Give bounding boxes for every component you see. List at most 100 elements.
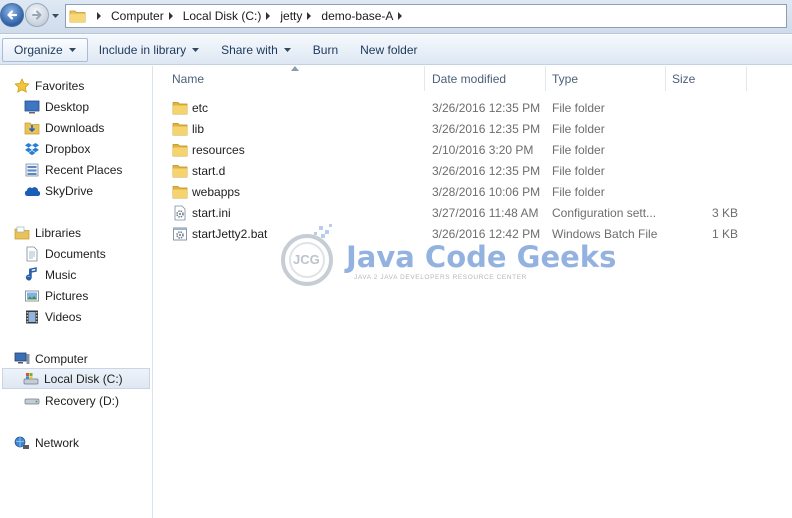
chevron-right-icon[interactable] (265, 12, 271, 20)
watermark-title: Java Code Geeks (346, 240, 617, 274)
breadcrumb-demo-base-a[interactable]: demo-base-A (321, 9, 393, 23)
nav-item-documents[interactable]: Documents (24, 243, 106, 264)
chevron-down-icon (192, 47, 200, 52)
chevron-right-icon[interactable] (96, 12, 102, 20)
hard-drive-icon (24, 398, 40, 404)
nav-label: Pictures (45, 288, 89, 303)
nav-item-dropbox[interactable]: Dropbox (24, 138, 90, 159)
column-header-size[interactable]: Size (672, 66, 695, 91)
recent-places-icon (25, 163, 39, 176)
nav-label: Downloads (45, 120, 105, 135)
nav-item-pictures[interactable]: Pictures (24, 285, 88, 306)
nav-label: Computer (35, 351, 88, 366)
arrow-left-icon (7, 10, 18, 20)
file-size: 3 KB (711, 205, 738, 220)
file-type: File folder (552, 142, 605, 157)
nav-item-favorites[interactable]: Favorites (14, 75, 84, 96)
chevron-right-icon[interactable] (306, 12, 312, 20)
address-bar-row: Computer Local Disk (C:) jetty demo-base… (0, 0, 792, 34)
column-header-type[interactable]: Type (552, 66, 578, 91)
column-divider[interactable] (545, 66, 546, 91)
nav-item-recent-places[interactable]: Recent Places (24, 159, 122, 180)
organize-label: Organize (14, 42, 63, 57)
computer-icon (14, 352, 30, 364)
forward-button[interactable] (25, 3, 49, 27)
file-name-cell[interactable]: webapps (172, 181, 240, 202)
file-date-modified: 3/26/2016 12:35 PM (432, 100, 541, 115)
column-divider[interactable] (424, 66, 425, 91)
breadcrumb-computer[interactable]: Computer (111, 9, 164, 23)
skydrive-icon (24, 186, 40, 196)
file-date-modified: 3/27/2016 11:48 AM (432, 205, 539, 220)
nav-item-downloads[interactable]: Downloads (24, 117, 104, 138)
nav-item-local-disk[interactable]: Local Disk (C:) (2, 368, 150, 389)
include-in-library-label: Include in library (98, 42, 187, 57)
column-divider[interactable] (665, 66, 666, 91)
recent-pages-dropdown-icon[interactable] (51, 11, 60, 20)
hard-drive-windows-icon (23, 372, 39, 384)
file-size (670, 139, 738, 160)
organize-button[interactable]: Organize (2, 37, 88, 62)
star-icon (14, 77, 30, 93)
nav-item-recovery[interactable]: Recovery (D:) (24, 390, 119, 411)
nav-item-network[interactable]: Network (14, 432, 79, 453)
file-name: resources (192, 142, 245, 157)
file-size (670, 181, 738, 202)
file-name-cell[interactable]: lib (172, 118, 204, 139)
file-row[interactable]: start.d 3/26/2016 12:35 PM File folder (165, 160, 765, 181)
file-row[interactable]: webapps 3/28/2016 10:06 PM File folder (165, 181, 765, 202)
nav-label: Dropbox (45, 141, 91, 156)
folder-icon (172, 142, 188, 158)
file-row[interactable]: etc 3/26/2016 12:35 PM File folder (165, 97, 765, 118)
navigation-pane: Favorites Desktop Downloads Dropbox Rece… (0, 66, 153, 518)
file-type: File folder (552, 163, 605, 178)
file-name: start.ini (192, 205, 231, 220)
pictures-icon (25, 290, 39, 301)
file-name-cell[interactable]: resources (172, 139, 245, 160)
burn-button[interactable]: Burn (302, 38, 349, 62)
file-type: Windows Batch File (552, 226, 658, 241)
new-folder-label: New folder (360, 42, 418, 57)
command-toolbar: Organize Include in library Share with B… (0, 35, 792, 65)
file-name: start.d (192, 163, 226, 178)
sort-ascending-icon (291, 66, 299, 71)
chevron-right-icon[interactable] (168, 12, 174, 20)
chevron-right-icon[interactable] (397, 12, 403, 20)
file-name: etc (192, 100, 209, 115)
address-box[interactable]: Computer Local Disk (C:) jetty demo-base… (65, 4, 787, 28)
nav-label: Music (45, 267, 77, 282)
folder-icon (172, 184, 188, 200)
file-date-modified: 2/10/2016 3:20 PM (432, 142, 534, 157)
file-size (670, 97, 738, 118)
nav-item-music[interactable]: Music (24, 264, 76, 285)
breadcrumb-jetty[interactable]: jetty (280, 9, 302, 23)
file-name-cell[interactable]: start.ini (172, 202, 231, 223)
file-row[interactable]: lib 3/26/2016 12:35 PM File folder (165, 118, 765, 139)
file-name-cell[interactable]: startJetty2.bat (172, 223, 267, 244)
nav-item-videos[interactable]: Videos (24, 306, 81, 327)
file-name-cell[interactable]: etc (172, 97, 208, 118)
nav-item-skydrive[interactable]: SkyDrive (24, 180, 93, 201)
new-folder-button[interactable]: New folder (349, 38, 428, 62)
nav-item-libraries[interactable]: Libraries (14, 222, 81, 243)
nav-item-desktop[interactable]: Desktop (24, 96, 89, 117)
arrow-right-icon (32, 10, 42, 20)
nav-label: SkyDrive (45, 183, 94, 198)
file-row[interactable]: startJetty2.bat 3/26/2016 12:42 PM Windows… (165, 223, 765, 244)
file-row[interactable]: resources 2/10/2016 3:20 PM File folder (165, 139, 765, 160)
share-with-button[interactable]: Share with (210, 38, 302, 62)
column-header-name[interactable]: Name (172, 66, 204, 91)
file-name-cell[interactable]: start.d (172, 160, 225, 181)
column-divider[interactable] (746, 66, 747, 91)
nav-item-computer[interactable]: Computer (14, 348, 88, 369)
column-header-date-modified[interactable]: Date modified (432, 66, 506, 91)
file-row[interactable]: start.ini 3/27/2016 11:48 AM Configuration… (165, 202, 765, 223)
back-button[interactable] (0, 3, 24, 27)
breadcrumb-local-disk[interactable]: Local Disk (C:) (183, 9, 262, 23)
nav-label: Videos (45, 309, 82, 324)
folder-icon (172, 100, 188, 116)
file-name: lib (192, 121, 205, 136)
file-name: webapps (192, 184, 241, 199)
include-in-library-button[interactable]: Include in library (88, 38, 210, 62)
music-note-icon (25, 266, 37, 280)
